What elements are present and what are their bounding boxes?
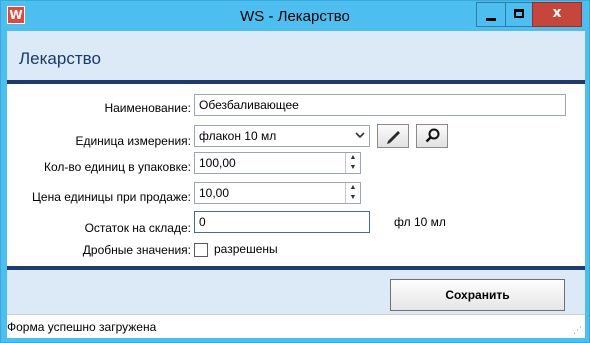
stock-unit-label: фл 10 мл <box>394 215 446 229</box>
page-title: Лекарство <box>19 49 101 68</box>
edit-unit-button[interactable] <box>377 124 409 148</box>
price-spin: ▲ ▼ <box>345 183 360 203</box>
search-unit-button[interactable] <box>416 124 448 148</box>
title-bar[interactable]: W WS - Лекарство x <box>1 1 589 31</box>
close-button[interactable]: x <box>532 2 582 27</box>
status-text: Форма успешно загружена <box>7 320 157 334</box>
spin-down-icon[interactable]: ▼ <box>346 163 360 173</box>
resize-grip-icon[interactable]: ⋰ <box>573 325 582 336</box>
save-button[interactable]: Сохранить <box>390 279 565 311</box>
pencil-icon <box>387 131 400 144</box>
form-header: Лекарство <box>7 31 585 80</box>
chevron-down-icon[interactable] <box>355 128 365 145</box>
spin-up-icon[interactable]: ▲ <box>346 153 360 163</box>
fraction-label: Дробные значения: <box>82 243 191 257</box>
fraction-checkbox[interactable] <box>194 243 208 257</box>
fraction-checkbox-label[interactable]: разрешены <box>214 242 278 256</box>
app-window: W WS - Лекарство x Лекарство Наименовани… <box>0 0 590 343</box>
maximize-button[interactable] <box>505 2 532 27</box>
spin-down-icon[interactable]: ▼ <box>346 193 360 203</box>
pack-quantity-value: 100,00 <box>199 156 236 170</box>
price-label: Цена единицы при продаже: <box>32 190 191 204</box>
price-stepper[interactable]: 10,00 ▲ ▼ <box>194 182 361 204</box>
unit-select-value: флакон 10 мл <box>199 129 277 143</box>
spin-up-icon[interactable]: ▲ <box>346 183 360 193</box>
unit-label: Единица измерения: <box>75 134 191 148</box>
magnifier-icon <box>425 128 440 143</box>
name-field[interactable]: Обезбаливающее <box>194 94 566 116</box>
form-window-content: Лекарство Наименование: Обезбаливающее Е… <box>7 31 585 338</box>
close-icon: x <box>552 5 562 21</box>
unit-select[interactable]: флакон 10 мл <box>194 125 370 147</box>
price-value: 10,00 <box>199 186 230 200</box>
minimize-button[interactable] <box>476 2 505 27</box>
stock-field[interactable]: 0 <box>194 211 370 233</box>
footer-area: Сохранить <box>7 270 585 314</box>
pack-quantity-stepper[interactable]: 100,00 ▲ ▼ <box>194 152 361 174</box>
status-bar: Форма успешно загружена ⋰ <box>7 314 585 338</box>
minimize-icon <box>486 18 496 21</box>
maximize-icon <box>514 9 524 18</box>
pack-quantity-label: Кол-во единиц в упаковке: <box>43 160 191 174</box>
name-label: Наименование: <box>104 101 191 115</box>
pack-quantity-spin: ▲ ▼ <box>345 153 360 173</box>
stock-label: Остаток на складе: <box>84 221 191 235</box>
